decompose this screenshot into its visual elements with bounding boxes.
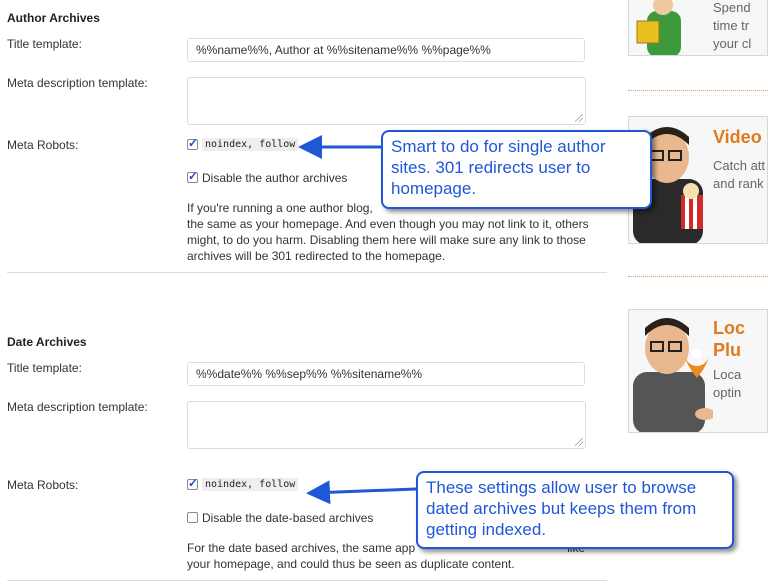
date-callout: These settings allow user to browse date… (416, 471, 734, 549)
arrow-icon (306, 480, 417, 505)
author-callout: Smart to do for single author sites. 301… (381, 130, 652, 209)
